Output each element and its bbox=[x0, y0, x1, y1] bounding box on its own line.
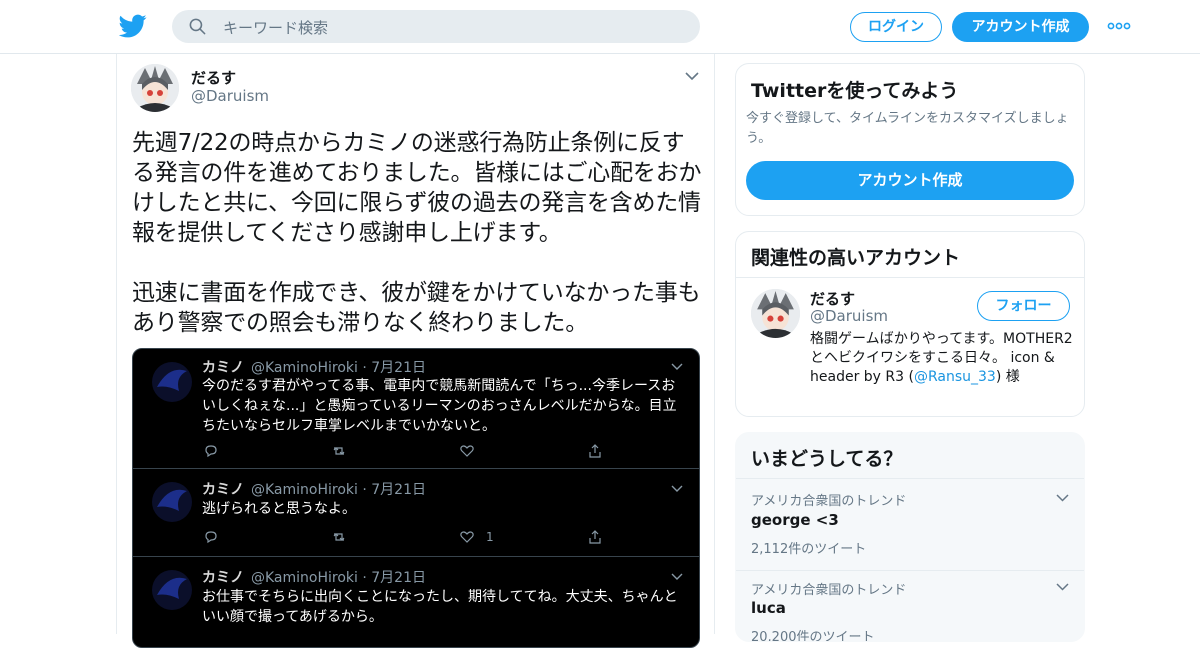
reply-icon bbox=[205, 445, 217, 458]
screenshot-meta: @KaminoHiroki · 7月21日 bbox=[251, 360, 426, 376]
trend-name: luca bbox=[751, 599, 786, 617]
display-name[interactable]: だるす bbox=[810, 288, 855, 309]
trend-item[interactable]: アメリカ合衆国のトレンド luca 20,200件のツイート bbox=[736, 570, 1084, 642]
trends-title: いまどうしてる？ bbox=[751, 448, 903, 470]
tweet-column: だるす @Daruism 先週7/22の時点からカミノの迷惑行為防止条例に反する… bbox=[116, 54, 715, 648]
bio-text-end: ) 様 bbox=[995, 369, 1020, 385]
trend-count: 20,200件のツイート bbox=[751, 630, 875, 642]
reply-icon bbox=[205, 531, 217, 544]
twitter-bird-icon[interactable] bbox=[119, 12, 147, 40]
signup-card-desc: 今すぐ登録して、タイムラインをカスタマイズしましょう。 bbox=[746, 111, 1069, 146]
profile-bio: 格闘ゲームばかりやってます。MOTHER2とヘビクイワシをすこる日々。 icon… bbox=[810, 330, 1075, 387]
retweet-icon bbox=[333, 533, 345, 541]
more-icon[interactable] bbox=[1107, 21, 1131, 31]
trend-name: george <3 bbox=[751, 511, 839, 529]
screenshot-meta: @KaminoHiroki · 7月21日 bbox=[251, 570, 426, 586]
share-icon bbox=[589, 530, 601, 544]
avatar bbox=[149, 479, 195, 525]
chevron-down-icon[interactable] bbox=[685, 71, 699, 81]
search-icon bbox=[189, 18, 206, 35]
tweet-text: 先週7/22の時点からカミノの迷惑行為防止条例に反する発言の件を進めておりました… bbox=[132, 130, 702, 336]
screenshot-tweet: カミノ @KaminoHiroki · 7月21日 今のだるす君がやってる事、電… bbox=[133, 349, 699, 469]
signup-card-title: Twitterを使ってみよう bbox=[751, 80, 959, 102]
screenshot-text: お仕事でそちらに出向くことになったし、期待しててね。大丈夫、ちゃんといい顔で撮っ… bbox=[202, 589, 678, 625]
handle[interactable]: @Daruism bbox=[191, 87, 269, 105]
create-account-button[interactable]: アカウント作成 bbox=[746, 161, 1074, 200]
screenshot-name: カミノ bbox=[202, 360, 244, 376]
top-bar: キーワード検索 ログイン アカウント作成 bbox=[0, 0, 1200, 54]
signup-card: Twitterを使ってみよう 今すぐ登録して、タイムラインをカスタマイズしましょ… bbox=[735, 63, 1085, 216]
display-name[interactable]: だるす bbox=[191, 67, 236, 88]
screenshot-tweet: カミノ @KaminoHiroki · 7月21日 逃げられると思うなよ。 1 bbox=[133, 469, 699, 557]
trend-count: 2,112件のツイート bbox=[751, 542, 867, 557]
handle[interactable]: @Daruism bbox=[810, 307, 888, 325]
avatar bbox=[149, 567, 195, 613]
screenshot-meta: @KaminoHiroki · 7月21日 bbox=[251, 482, 426, 498]
like-count: 1 bbox=[486, 530, 494, 544]
like-icon bbox=[460, 531, 474, 543]
search-input[interactable]: キーワード検索 bbox=[223, 17, 328, 38]
avatar[interactable] bbox=[131, 64, 179, 112]
follow-button[interactable]: フォロー bbox=[977, 291, 1070, 321]
trend-context: アメリカ合衆国のトレンド bbox=[751, 583, 907, 598]
divider bbox=[736, 277, 1084, 278]
chevron-down-icon bbox=[671, 485, 683, 492]
tweet-image[interactable]: カミノ @KaminoHiroki · 7月21日 今のだるす君がやってる事、電… bbox=[132, 348, 700, 648]
like-icon bbox=[460, 445, 474, 457]
trend-context: アメリカ合衆国のトレンド bbox=[751, 494, 907, 509]
screenshot-name: カミノ bbox=[202, 570, 244, 586]
avatar[interactable] bbox=[751, 289, 800, 338]
signup-button[interactable]: アカウント作成 bbox=[952, 12, 1089, 42]
chevron-down-icon[interactable] bbox=[1056, 494, 1069, 502]
search-bar[interactable]: キーワード検索 bbox=[172, 10, 700, 43]
trends-card: いまどうしてる？ アメリカ合衆国のトレンド george <3 2,112件のツ… bbox=[735, 432, 1085, 642]
avatar-illustration-icon bbox=[131, 64, 179, 112]
avatar bbox=[149, 359, 195, 405]
bio-mention-link[interactable]: @Ransu_33 bbox=[914, 369, 996, 385]
avatar-illustration-icon bbox=[751, 289, 800, 338]
screenshot-text: 今のだるす君がやってる事、電車内で競馬新聞読んで「ちっ...今季レースおいしくね… bbox=[202, 378, 677, 434]
retweet-icon bbox=[333, 447, 345, 455]
chevron-down-icon[interactable] bbox=[1056, 583, 1069, 591]
login-button[interactable]: ログイン bbox=[850, 12, 942, 42]
screenshot-text: 逃げられると思うなよ。 bbox=[202, 501, 356, 517]
chevron-down-icon bbox=[671, 363, 683, 370]
screenshot-name: カミノ bbox=[202, 482, 244, 498]
trend-item[interactable]: アメリカ合衆国のトレンド george <3 2,112件のツイート bbox=[736, 478, 1084, 570]
related-accounts-title: 関連性の高いアカウント bbox=[751, 247, 961, 269]
related-accounts-card: 関連性の高いアカウント だるす @Daruism フォロー 格闘ゲームばかりやっ… bbox=[735, 231, 1085, 417]
share-icon bbox=[589, 444, 601, 458]
chevron-down-icon bbox=[671, 573, 683, 580]
screenshot-tweet: カミノ @KaminoHiroki · 7月21日 お仕事でそちらに出向くことに… bbox=[133, 557, 699, 647]
